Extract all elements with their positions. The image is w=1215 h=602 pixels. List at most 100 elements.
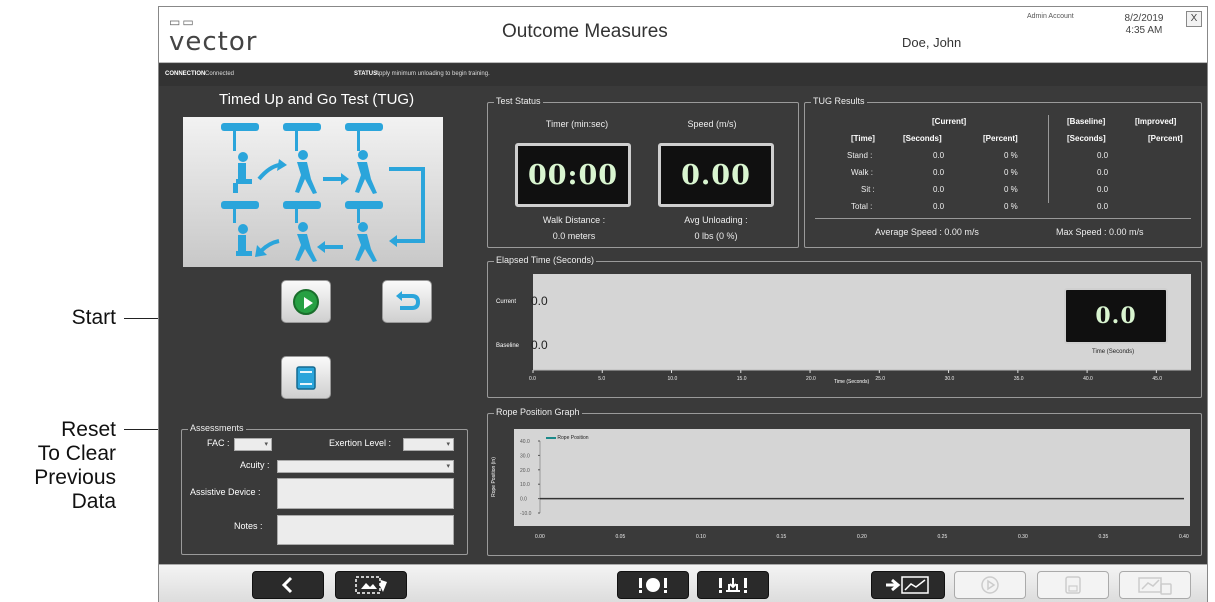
reset-button[interactable] [382, 280, 432, 323]
elapsed-tick-label: 0.0 [529, 376, 536, 382]
row-percent: 0 % [1004, 202, 1018, 211]
alert-button[interactable] [617, 571, 689, 599]
acuity-select[interactable]: ▾ [277, 460, 454, 473]
test-status-legend: Test Status [494, 96, 543, 106]
callout-reset-line1: Reset [61, 418, 116, 441]
test-title: Timed Up and Go Test (TUG) [219, 91, 415, 108]
timer-value: 00:00 [527, 159, 619, 191]
save-chart-button[interactable] [1119, 571, 1191, 599]
export-chart-button[interactable] [871, 571, 945, 599]
connection-label: CONNECTION [165, 71, 206, 77]
exertion-label: Exertion Level : [329, 438, 392, 448]
row-label: Total : [851, 202, 873, 211]
chevron-down-icon: ▾ [446, 463, 450, 470]
tug-results-panel: TUG Results [Current] [Baseline] [Improv… [804, 96, 1202, 248]
replay-button[interactable] [954, 571, 1026, 599]
walk-distance-value: 0.0 meters [552, 231, 596, 241]
account-label: Admin Account [1027, 13, 1074, 20]
row-seconds: 0.0 [933, 185, 945, 194]
rope-y-tick-label: 10.0 [520, 482, 530, 488]
callout-reset-line4: Data [71, 490, 116, 513]
status-bar: CONNECTION Connected STATUS: Apply minim… [159, 64, 1207, 86]
elapsed-tick-label: 15.0 [737, 376, 747, 382]
undo-icon [396, 290, 421, 310]
group-improved: [Improved] [1135, 117, 1177, 126]
avg-unloading-value: 0 lbs (0 %) [694, 231, 738, 241]
callout-reset-line3: Previous [34, 466, 116, 489]
stage: Start Reset To Clear Previous Data ▭▭ ve… [0, 0, 1215, 602]
callout-start: Start [71, 306, 116, 329]
start-button[interactable] [281, 280, 331, 323]
alert-icon [639, 578, 667, 593]
row-seconds: 0.0 [933, 151, 945, 160]
walk-distance-label: Walk Distance : [542, 215, 606, 225]
row-seconds: 0.0 [933, 168, 945, 177]
rope-x-tick-label: 0.25 [938, 534, 948, 540]
assessments-legend: Assessments [188, 423, 246, 433]
assistive-device-label: Assistive Device : [190, 487, 261, 497]
row-baseline: 0.0 [1097, 202, 1109, 211]
col-percent: [Percent] [983, 134, 1018, 143]
close-button[interactable]: X [1186, 11, 1202, 27]
results-divider [815, 218, 1191, 219]
acuity-label: Acuity : [240, 460, 270, 470]
notes-field[interactable] [277, 515, 454, 545]
max-speed: Max Speed : 0.00 m/s [1056, 227, 1144, 237]
tug-illustration [183, 117, 443, 267]
rope-y-tick-label: 40.0 [520, 439, 530, 445]
date: 8/2/2019 [1124, 13, 1164, 24]
row-percent: 0 % [1004, 168, 1018, 177]
export-icon [886, 576, 929, 594]
report-button[interactable] [281, 356, 331, 399]
title-bar: ▭▭ vector Outcome Measures Doe, John Adm… [159, 7, 1207, 63]
rope-y-tick-label: 0.0 [520, 497, 527, 503]
average-speed: Average Speed : 0.00 m/s [875, 227, 979, 237]
save-button[interactable] [1037, 571, 1109, 599]
rope-y-tick-label: 20.0 [520, 468, 530, 474]
row-percent: 0 % [1004, 151, 1018, 160]
elapsed-tick-label: 35.0 [1014, 376, 1024, 382]
play-icon [293, 288, 319, 315]
rope-y-tick-label: -10.0 [520, 511, 532, 517]
group-current: [Current] [932, 117, 967, 126]
elapsed-tick-label: 30.0 [945, 376, 955, 382]
screenshot-button[interactable] [335, 571, 407, 599]
chart-save-icon [1138, 577, 1172, 595]
fac-select[interactable]: ▾ [234, 438, 272, 451]
chevron-down-icon: ▾ [264, 441, 268, 448]
row-seconds: 0.0 [933, 202, 945, 211]
connection-value: Connected [205, 71, 235, 77]
back-button[interactable] [252, 571, 324, 599]
elapsed-tick-label: 10.0 [668, 376, 678, 382]
column-divider [1048, 115, 1049, 203]
rope-x-tick-label: 0.30 [1018, 534, 1028, 540]
rope-x-tick-label: 0.10 [696, 534, 706, 540]
elapsed-time-panel: Elapsed Time (Seconds) Current 0.0 Basel… [487, 255, 1202, 398]
test-status-panel: Test Status Timer (min:sec) Speed (m/s) … [487, 96, 799, 248]
group-baseline: [Baseline] [1067, 117, 1106, 126]
col-seconds: [Seconds] [903, 134, 942, 143]
callout-reset-line2: To Clear [37, 442, 116, 465]
book-icon [296, 365, 316, 390]
rope-x-tick-label: 0.40 [1179, 534, 1189, 540]
row-baseline: 0.0 [1097, 151, 1109, 160]
rope-position-panel: Rope Position Graph Rope Position Rope P… [487, 407, 1202, 556]
timer-label: Timer (min:sec) [545, 119, 609, 129]
footer-toolbar [159, 564, 1207, 602]
adjust-button[interactable] [697, 571, 769, 599]
date-time: 8/2/2019 4:35 AM [1119, 13, 1169, 37]
row-label: Walk : [851, 168, 873, 177]
status-value: Apply minimum unloading to begin trainin… [375, 71, 490, 77]
row-baseline: 0.0 [1097, 168, 1109, 177]
elapsed-xlabel: Time (Seconds) [834, 379, 870, 385]
save-icon [1065, 576, 1081, 594]
rope-x-tick-label: 0.15 [777, 534, 787, 540]
assistive-device-field[interactable] [277, 478, 454, 509]
row-baseline: 0.0 [1097, 185, 1109, 194]
rope-x-tick-label: 0.05 [616, 534, 626, 540]
row-label: Sit : [861, 185, 875, 194]
logo-text: vector [169, 27, 258, 57]
rope-plot: 40.0 30.0 20.0 10.0 0.0 -10.0 0.00 0.05 0.10 0.15… [520, 439, 1189, 540]
col-time: [Time] [851, 134, 875, 143]
exertion-select[interactable]: ▾ [403, 438, 454, 451]
